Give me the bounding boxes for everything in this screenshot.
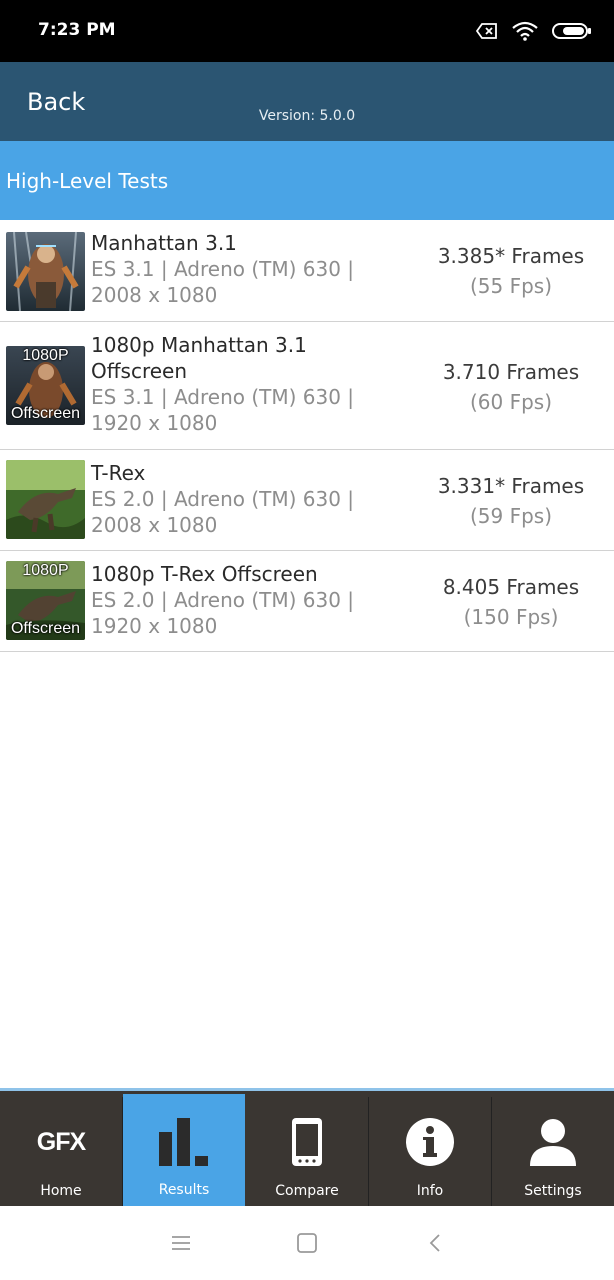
tab-compare[interactable]: Compare — [246, 1097, 368, 1206]
no-sim-icon — [475, 22, 498, 44]
tab-label: Settings — [524, 1183, 582, 1199]
score-fps: (60 Fps) — [469, 390, 553, 414]
menu-icon[interactable] — [169, 1231, 193, 1255]
score-frames: 3.385* Frames — [437, 244, 585, 268]
tab-settings[interactable]: Settings — [492, 1097, 614, 1206]
section-header: High-Level Tests — [0, 141, 614, 220]
wifi-icon — [512, 21, 538, 45]
section-title: High-Level Tests — [6, 169, 169, 193]
test-api-gpu: ES 3.1 | Adreno (TM) 630 | — [91, 257, 355, 281]
status-icons — [475, 21, 592, 45]
test-api-gpu: ES 3.1 | Adreno (TM) 630 | — [91, 385, 355, 409]
score-frames: 8.405 Frames — [442, 575, 580, 599]
gfx-logo-icon: GFX — [36, 1127, 86, 1156]
tab-label: Info — [416, 1183, 444, 1199]
test-title: 1080p T-Rex Offscreen — [91, 562, 318, 586]
trex-thumbnail — [6, 460, 85, 539]
result-text: 1080p Manhattan 3.1 Offscreen ES 3.1 | A… — [91, 332, 411, 436]
phone-icon — [291, 1115, 323, 1169]
app-header: Back Version: 5.0.0 — [0, 62, 614, 141]
test-resolution: 2008 x 1080 — [91, 513, 218, 537]
info-icon — [405, 1115, 455, 1169]
system-nav-bar — [0, 1206, 614, 1280]
result-score: 3.331* Frames (59 Fps) — [408, 471, 614, 531]
test-title-line1: 1080p Manhattan 3.1 — [91, 333, 307, 357]
tab-info[interactable]: Info — [369, 1097, 491, 1206]
test-resolution: 1920 x 1080 — [91, 614, 218, 638]
home-square-icon[interactable] — [295, 1231, 319, 1255]
bar-chart-icon — [159, 1115, 209, 1169]
score-fps: (150 Fps) — [463, 605, 559, 629]
tab-home[interactable]: GFX Home — [0, 1097, 122, 1206]
tab-label: Results — [158, 1182, 210, 1198]
result-row-trex[interactable]: T-Rex ES 2.0 | Adreno (TM) 630 | 2008 x … — [0, 450, 614, 551]
result-text: 1080p T-Rex Offscreen ES 2.0 | Adreno (T… — [91, 561, 411, 639]
test-resolution: 1920 x 1080 — [91, 411, 218, 435]
result-text: T-Rex ES 2.0 | Adreno (TM) 630 | 2008 x … — [91, 460, 411, 538]
test-title: T-Rex — [91, 461, 146, 485]
status-bar: 7:23 PM — [0, 0, 614, 62]
result-row-trex-offscreen[interactable]: 1080P Offscreen 1080p T-Rex Offscreen ES… — [0, 551, 614, 652]
thumb-overlay-bottom: Offscreen — [10, 620, 81, 637]
score-frames: 3.331* Frames — [437, 474, 585, 498]
result-text: Manhattan 3.1 ES 3.1 | Adreno (TM) 630 |… — [91, 230, 411, 308]
test-title-line2: Offscreen — [91, 359, 188, 383]
result-row-manhattan[interactable]: Manhattan 3.1 ES 3.1 | Adreno (TM) 630 |… — [0, 220, 614, 322]
tab-label: Home — [40, 1183, 82, 1199]
thumb-overlay-top: 1080P — [22, 562, 69, 579]
user-icon — [530, 1115, 576, 1169]
score-fps: (59 Fps) — [469, 504, 553, 528]
results-list: Manhattan 3.1 ES 3.1 | Adreno (TM) 630 |… — [0, 220, 614, 652]
test-title: Manhattan 3.1 — [91, 231, 237, 255]
thumb-overlay-bottom: Offscreen — [10, 405, 81, 422]
test-api-gpu: ES 2.0 | Adreno (TM) 630 | — [91, 487, 355, 511]
test-api-gpu: ES 2.0 | Adreno (TM) 630 | — [91, 588, 355, 612]
tab-results[interactable]: Results — [123, 1094, 245, 1206]
result-score: 8.405 Frames (150 Fps) — [408, 572, 614, 632]
result-row-manhattan-offscreen[interactable]: 1080P Offscreen 1080p Manhattan 3.1 Offs… — [0, 322, 614, 450]
manhattan-thumbnail — [6, 232, 85, 311]
manhattan-offscreen-thumbnail: 1080P Offscreen — [6, 346, 85, 425]
battery-icon — [552, 22, 592, 44]
tab-label: Compare — [275, 1183, 339, 1199]
score-frames: 3.710 Frames — [442, 360, 580, 384]
bottom-tab-bar: GFX Home Results Compare Info Settings — [0, 1088, 614, 1206]
test-resolution: 2008 x 1080 — [91, 283, 218, 307]
score-fps: (55 Fps) — [469, 274, 553, 298]
result-score: 3.710 Frames (60 Fps) — [408, 357, 614, 417]
thumb-overlay-top: 1080P — [22, 347, 69, 364]
trex-offscreen-thumbnail: 1080P Offscreen — [6, 561, 85, 640]
result-score: 3.385* Frames (55 Fps) — [408, 241, 614, 301]
version-label: Version: 5.0.0 — [258, 108, 356, 124]
status-time: 7:23 PM — [38, 20, 116, 40]
back-chevron-icon[interactable] — [424, 1231, 448, 1255]
